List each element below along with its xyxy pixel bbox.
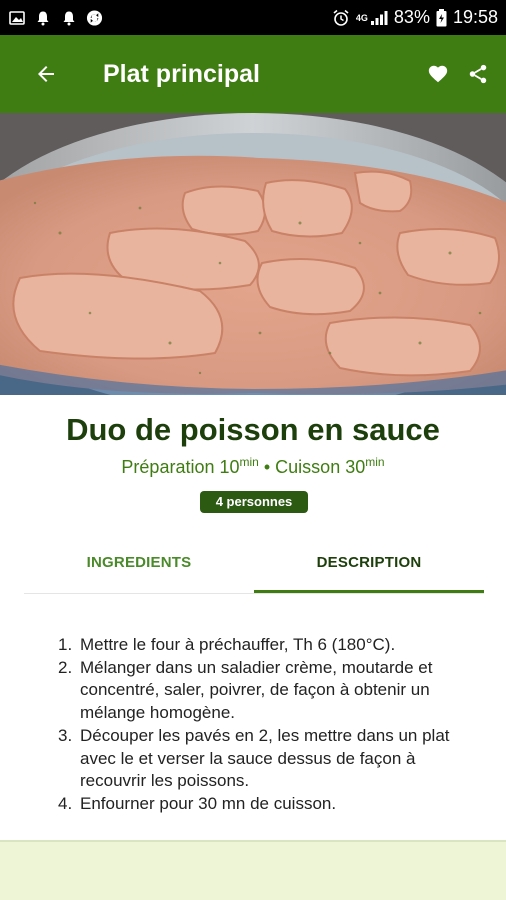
recipe-times: Préparation 10min • Cuisson 30min xyxy=(0,455,506,478)
notification-bell-icon xyxy=(34,9,51,26)
alarm-icon xyxy=(332,9,350,27)
back-button[interactable] xyxy=(26,54,66,94)
recipe-title: Duo de poisson en sauce xyxy=(66,412,440,447)
list-item: 2. Mélanger dans un saladier crème, mout… xyxy=(58,657,478,725)
servings-badge: 4 personnes xyxy=(200,491,308,513)
arrow-back-icon xyxy=(38,66,54,82)
list-item: 4. Enfourner pour 30 mn de cuisson. xyxy=(58,793,478,816)
list-item: 3. Découper les pavés en 2, les mettre d… xyxy=(58,725,478,793)
step-text: Découper les pavés en 2, les mettre dans… xyxy=(80,725,450,791)
status-notifications xyxy=(8,9,103,26)
gallery-icon xyxy=(8,9,25,26)
app-bar-title: Plat principal xyxy=(103,59,260,88)
cook-time: Cuisson 30 xyxy=(275,457,366,477)
clock: 19:58 xyxy=(452,7,498,27)
prep-time: Préparation 10 xyxy=(121,457,240,477)
cook-unit: min xyxy=(365,455,385,469)
step-number: 3. xyxy=(58,725,73,745)
sync-icon xyxy=(86,9,103,26)
recipe-tabs: INGREDIENTS DESCRIPTION xyxy=(24,540,484,594)
heart-icon xyxy=(428,65,448,83)
step-number: 2. xyxy=(58,657,73,677)
status-system: 4G 83% 19:58 xyxy=(332,7,498,28)
step-text: Mettre le four à préchauffer, Th 6 (180°… xyxy=(80,635,396,654)
bottom-banner xyxy=(0,840,506,900)
step-text: Enfourner pour 30 mn de cuisson. xyxy=(80,793,337,813)
tab-ingredients[interactable]: INGREDIENTS xyxy=(24,540,254,593)
prep-unit: min xyxy=(239,455,259,469)
favorite-button[interactable] xyxy=(418,54,458,94)
notification-bell-icon xyxy=(60,9,77,26)
share-icon xyxy=(469,64,487,84)
share-button[interactable] xyxy=(458,54,498,94)
step-number: 4. xyxy=(58,793,73,813)
battery-icon xyxy=(436,8,447,27)
signal-icon xyxy=(370,10,388,26)
steps-list: 1. Mettre le four à préchauffer, Th 6 (1… xyxy=(58,634,478,816)
list-item: 1. Mettre le four à préchauffer, Th 6 (1… xyxy=(58,634,478,657)
recipe-photo xyxy=(0,113,506,395)
battery-percent: 83% xyxy=(393,7,430,27)
tab-description[interactable]: DESCRIPTION xyxy=(254,540,484,593)
step-number: 1. xyxy=(58,635,73,654)
network-type: 4G xyxy=(355,12,368,23)
step-text: Mélanger dans un saladier crème, moutard… xyxy=(80,657,433,723)
status-bar: 4G 83% 19:58 xyxy=(0,0,506,35)
app-bar: Plat principal xyxy=(0,35,506,113)
time-separator: • xyxy=(258,457,276,477)
